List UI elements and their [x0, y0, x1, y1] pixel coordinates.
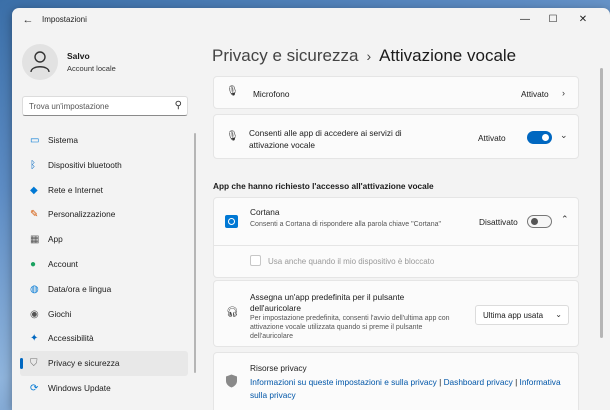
- sidebar-item-privacy-e-sicurezza[interactable]: ⛉ Privacy e sicurezza: [20, 351, 188, 376]
- risorse-links: Informazioni su queste impostazioni e su…: [250, 376, 570, 401]
- person-icon: [30, 51, 50, 73]
- sidebar-item-giochi[interactable]: ◉ Giochi: [20, 302, 188, 327]
- close-button[interactable]: ✕: [572, 11, 594, 29]
- sidebar-item-label: Sistema: [48, 135, 78, 145]
- lock-screen-checkbox[interactable]: [250, 255, 261, 266]
- cortana-name: Cortana: [250, 207, 280, 217]
- minimize-button[interactable]: —: [514, 11, 536, 29]
- maximize-button[interactable]: ☐: [542, 11, 564, 29]
- divider: [214, 245, 578, 246]
- shield-icon: ⛉: [30, 358, 38, 370]
- apps-icon: ▦: [30, 234, 40, 246]
- sidebar-item-label: Privacy e sicurezza: [48, 358, 120, 369]
- consenti-status: Attivato: [478, 133, 506, 143]
- update-icon: ⟳: [30, 382, 39, 394]
- accessibility-icon: ✦: [30, 333, 39, 345]
- cortana-status: Disattivato: [479, 217, 518, 227]
- auricolare-dropdown[interactable]: Ultima app usata ⌄: [475, 305, 569, 325]
- search-input[interactable]: Trova un'impostazione: [29, 102, 109, 111]
- brush-icon: ✎: [30, 209, 39, 221]
- headset-icon: 🎧︎: [226, 307, 239, 318]
- section-title: App che hanno richiesto l'accesso all'at…: [213, 181, 434, 191]
- monitor-icon: ▭: [30, 135, 40, 146]
- breadcrumb-separator: ›: [366, 48, 372, 64]
- breadcrumb: Privacy e sicurezza › Attivazione vocale: [212, 46, 516, 66]
- sidebar-nav: ▭ Sistema ᛒ Dispositivi bluetooth ◆ Rete e In…: [20, 128, 188, 401]
- consenti-label: Consenti alle app di accedere ai servizi…: [249, 128, 402, 150]
- sidebar-item-accessibilità[interactable]: ✦ Accessibilità: [20, 326, 188, 351]
- bluetooth-icon: ᛒ: [30, 159, 36, 171]
- sidebar-item-rete-e-internet[interactable]: ◆ Rete e Internet: [20, 178, 188, 203]
- avatar: [22, 44, 58, 80]
- sidebar-item-account[interactable]: ● Account: [20, 252, 188, 277]
- cortana-description: Consenti a Cortana di rispondere alla pa…: [250, 221, 441, 228]
- sidebar-item-label: Rete e Internet: [48, 184, 103, 195]
- sidebar-item-label: Windows Update: [48, 382, 111, 393]
- sidebar-item-dispositivi-bluetooth[interactable]: ᛒ Dispositivi bluetooth: [20, 153, 188, 178]
- search-box[interactable]: Trova un'impostazione ⚲: [22, 96, 188, 116]
- sidebar-item-label: Account: [48, 258, 78, 269]
- auricolare-description: Per impostazione predefinita, consenti l…: [250, 315, 450, 340]
- sidebar-item-sistema[interactable]: ▭ Sistema: [20, 128, 188, 153]
- microfono-label: Microfono: [253, 89, 290, 99]
- dropdown-value: Ultima app usata: [483, 311, 544, 320]
- microphone-icon: 🎙︎: [226, 131, 239, 142]
- sidebar-item-label: Accessibilità: [48, 333, 94, 344]
- page-title: Attivazione vocale: [379, 46, 517, 65]
- person-icon: ●: [30, 258, 37, 270]
- chevron-down-icon[interactable]: ⌄: [560, 130, 568, 141]
- auricolare-card: 🎧︎ Assegna un'app predefinita per il pul…: [213, 280, 579, 347]
- breadcrumb-parent[interactable]: Privacy e sicurezza: [212, 46, 358, 65]
- sidebar-item-windows-update[interactable]: ⟳ Windows Update: [20, 376, 188, 401]
- gamepad-icon: ◉: [30, 308, 39, 320]
- cortana-icon: [225, 215, 238, 228]
- sidebar-item-label: Personalizzazione: [48, 209, 116, 220]
- chevron-up-icon[interactable]: ⌃: [561, 214, 569, 225]
- consenti-card[interactable]: 🎙︎ Consenti alle app di accedere ai serv…: [213, 114, 579, 159]
- auricolare-title: Assegna un'app predefinita per il pulsan…: [250, 292, 405, 313]
- microfono-status: Attivato: [521, 89, 549, 99]
- risorse-card: Risorse privacy Informazioni su queste i…: [213, 352, 579, 410]
- sidebar-item-label: Giochi: [48, 308, 72, 319]
- app-title: Impostazioni: [42, 15, 87, 24]
- back-arrow-icon[interactable]: ←: [20, 12, 36, 28]
- chevron-right-icon: ›: [562, 88, 565, 98]
- globe-icon: ◍: [30, 283, 39, 295]
- sidebar-item-label: Dispositivi bluetooth: [48, 159, 122, 170]
- settings-window: ← Impostazioni — ☐ ✕ Salvo Account local…: [12, 8, 610, 410]
- link-separator: |: [515, 377, 518, 387]
- chevron-down-icon: ⌄: [555, 310, 562, 319]
- sidebar-item-label: App: [48, 234, 63, 245]
- title-bar: ← Impostazioni — ☐ ✕: [12, 8, 610, 32]
- microfono-card[interactable]: 🎙︎ Microfono Attivato ›: [213, 76, 579, 109]
- sidebar-item-label: Data/ora e lingua: [48, 283, 112, 294]
- shield-icon: [225, 374, 238, 391]
- privacy-info-link[interactable]: Informazioni su queste impostazioni e su…: [250, 377, 437, 387]
- sidebar-scrollbar[interactable]: [194, 133, 196, 373]
- link-separator: |: [439, 377, 442, 387]
- sidebar-item-app[interactable]: ▦ App: [20, 227, 188, 252]
- risorse-title: Risorse privacy: [250, 363, 307, 373]
- lock-screen-label: Usa anche quando il mio dispositivo è bl…: [268, 257, 435, 266]
- search-icon[interactable]: ⚲: [175, 100, 182, 111]
- main-scrollbar[interactable]: [600, 68, 603, 338]
- wifi-icon: ◆: [30, 184, 38, 196]
- consenti-toggle[interactable]: [527, 131, 552, 144]
- microphone-icon: 🎙︎: [226, 86, 239, 97]
- sidebar-item-data-ora-e-lingua[interactable]: ◍ Data/ora e lingua: [20, 277, 188, 302]
- dashboard-link[interactable]: Dashboard privacy: [444, 377, 513, 387]
- user-name: Salvo: [67, 51, 90, 61]
- cortana-card: Cortana Consenti a Cortana di rispondere…: [213, 197, 579, 278]
- user-account-type: Account locale: [67, 64, 116, 73]
- sidebar-item-personalizzazione[interactable]: ✎ Personalizzazione: [20, 202, 188, 227]
- cortana-toggle[interactable]: [527, 215, 552, 228]
